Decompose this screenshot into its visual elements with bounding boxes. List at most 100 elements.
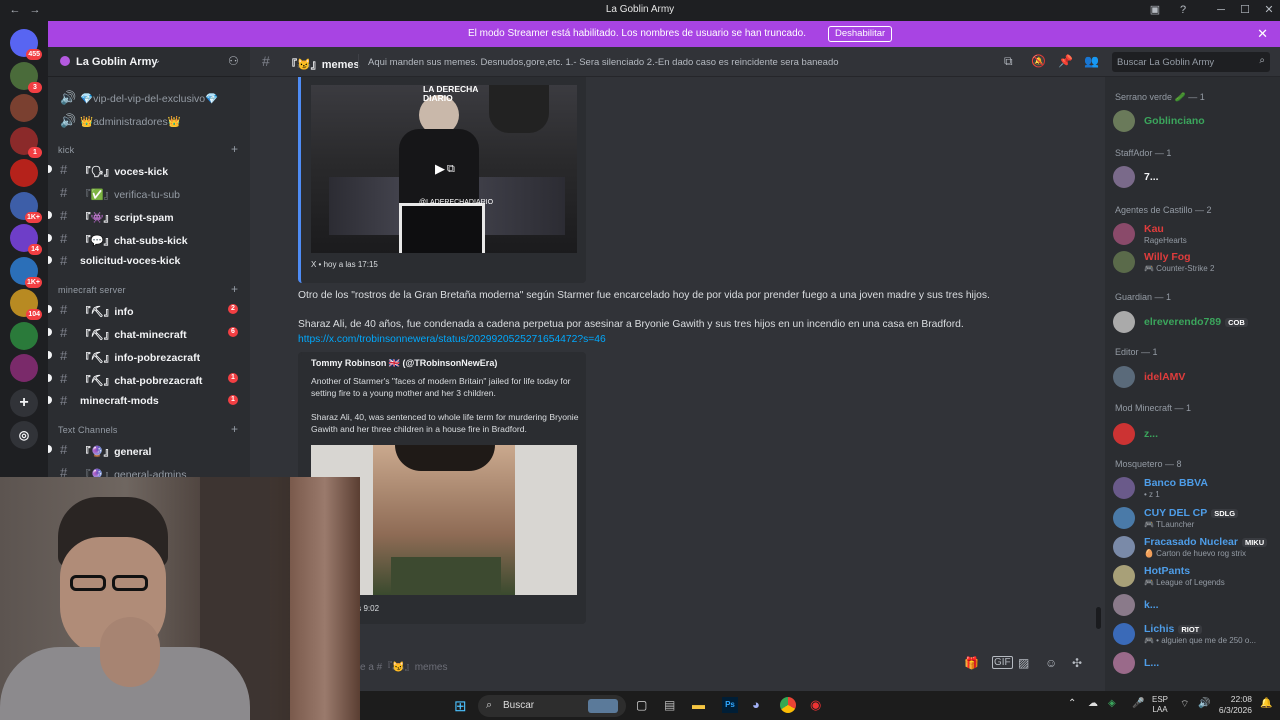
- member-item[interactable]: z...: [1113, 421, 1278, 447]
- apps-icon[interactable]: ✣: [1072, 656, 1082, 670]
- minimize-icon[interactable]: ─: [1214, 3, 1228, 17]
- channel-category[interactable]: minecraft server: [58, 285, 126, 295]
- channel-item[interactable]: 🔊 👑administradores👑: [48, 110, 250, 130]
- sticker-icon[interactable]: ▨: [1018, 656, 1029, 670]
- member-item[interactable]: 7...: [1113, 164, 1278, 190]
- add-member-icon[interactable]: ⚇: [228, 54, 239, 68]
- member-item[interactable]: idelAMV: [1113, 364, 1278, 390]
- task-view-icon[interactable]: ▢: [636, 698, 647, 712]
- inbox-icon[interactable]: ▣: [1148, 3, 1162, 17]
- server-icon[interactable]: [10, 159, 38, 187]
- external-link-icon[interactable]: ⧉: [447, 163, 455, 176]
- language-indicator[interactable]: ESP LAA: [1152, 695, 1168, 715]
- unread-indicator: [48, 445, 52, 453]
- channel-header: # 『😼』memes Aqui manden sus memes. Desnud…: [250, 47, 1280, 77]
- member-item[interactable]: HotPants 🎮 League of Legends: [1113, 563, 1278, 589]
- server-icon[interactable]: 3: [10, 61, 42, 93]
- message-link[interactable]: https://x.com/trobinsonnewera/status/202…: [298, 334, 606, 345]
- create-channel-icon[interactable]: +: [231, 282, 238, 296]
- member-item[interactable]: Lichis RIOT 🎮 • alguien que me de 250 o...: [1113, 621, 1278, 647]
- maximize-icon[interactable]: ☐: [1238, 3, 1252, 17]
- disable-streamer-button[interactable]: Deshabilitar: [828, 26, 893, 42]
- chevron-down-icon: ⌄: [153, 55, 162, 66]
- volume-icon[interactable]: 🔊: [1198, 698, 1210, 709]
- channel-item[interactable]: 🔊 💎vip-del-vip-del-exclusivo💎: [48, 87, 250, 107]
- channel-category[interactable]: kick: [58, 145, 74, 155]
- server-icon[interactable]: [10, 354, 38, 382]
- create-channel-icon[interactable]: +: [231, 422, 238, 436]
- channel-item[interactable]: # 『⛏』chat-minecraft 6: [48, 322, 250, 342]
- member-item[interactable]: k...: [1113, 592, 1278, 618]
- pin-icon[interactable]: 📌: [1058, 54, 1073, 68]
- chat-scrollbar[interactable]: [1096, 607, 1101, 629]
- threads-icon[interactable]: ⧉: [1004, 54, 1013, 69]
- tray-chevron-icon[interactable]: ⌃: [1068, 698, 1076, 709]
- close-banner-icon[interactable]: ✕: [1257, 26, 1268, 42]
- discord-icon[interactable]: ◕: [752, 697, 760, 712]
- channel-item[interactable]: # solicitud-voces-kick: [48, 250, 250, 270]
- app-icon[interactable]: ◉: [810, 697, 821, 713]
- server-icon[interactable]: 14: [10, 224, 42, 255]
- gif-icon[interactable]: GIF: [992, 656, 1013, 669]
- chrome-icon[interactable]: [780, 697, 796, 713]
- channel-item[interactable]: # 『🔮』general: [48, 439, 250, 459]
- server-icon[interactable]: 1: [10, 126, 42, 158]
- member-item[interactable]: Fracasado Nuclear MIKU 🥚 Carton de huevo r…: [1113, 534, 1278, 560]
- member-item[interactable]: Banco BBVA • z 1: [1113, 475, 1278, 501]
- server-icon[interactable]: [10, 94, 38, 122]
- clock[interactable]: 22:08 6/3/2026: [1212, 694, 1252, 716]
- create-channel-icon[interactable]: +: [231, 142, 238, 156]
- explore-icon[interactable]: ◎: [10, 421, 38, 449]
- member-list-icon[interactable]: 👥: [1084, 54, 1099, 68]
- server-icon[interactable]: [10, 321, 38, 350]
- channel-item[interactable]: # 『🗣』voces-kick: [48, 159, 250, 179]
- channel-item[interactable]: # 『✅』verifica-tu-sub: [48, 182, 250, 202]
- role-category: Editor — 1: [1115, 347, 1158, 357]
- member-item[interactable]: elreverendo789 COB: [1113, 309, 1278, 335]
- emoji-icon[interactable]: ☺: [1045, 656, 1057, 670]
- member-item[interactable]: Goblinciano: [1113, 108, 1278, 134]
- guild-header[interactable]: La Goblin Army ⌄ ⚇: [48, 47, 250, 77]
- help-icon[interactable]: ?: [1176, 3, 1190, 17]
- notification-bell-icon[interactable]: 🔔: [1260, 698, 1272, 709]
- network-icon[interactable]: ⌔: [1180, 698, 1189, 711]
- gift-icon[interactable]: 🎁: [964, 656, 979, 670]
- channel-item[interactable]: # 『⛏』chat-pobrezacraft 1: [48, 368, 250, 388]
- embedded-video[interactable]: LA DERECHA DIARIO @LADERECHADIARIO ▶ ⧉: [311, 85, 577, 253]
- os-taskbar: ⊞ ⌕ Buscar ▢ ▤ ▬ Ps ◕ ◉ ⌃ ☁ ◈ 🎤 ESP LAA ⌔…: [360, 691, 1280, 720]
- tray-icon[interactable]: ◈: [1108, 698, 1116, 709]
- app-icon[interactable]: ▤: [664, 698, 675, 712]
- channel-item[interactable]: # minecraft-mods 1: [48, 390, 250, 410]
- photoshop-icon[interactable]: Ps: [722, 697, 738, 713]
- server-icon[interactable]: 1K+: [10, 256, 42, 288]
- mute-bell-icon[interactable]: 🔕: [1031, 54, 1046, 68]
- channel-item[interactable]: # 『⛏』info 2: [48, 299, 250, 319]
- channel-hash-icon: #: [60, 348, 68, 363]
- member-item[interactable]: Willy Fog 🎮 Counter-Strike 2: [1113, 249, 1278, 275]
- curtain: [290, 477, 360, 720]
- member-item[interactable]: L...: [1113, 650, 1278, 676]
- add-server-icon[interactable]: +: [10, 389, 38, 417]
- banner-text: El modo Streamer está habilitado. Los no…: [468, 28, 806, 39]
- channel-category[interactable]: Text Channels: [58, 425, 118, 435]
- server-icon[interactable]: 1K+: [10, 191, 42, 223]
- channel-topic[interactable]: Aqui manden sus memes. Desnudos,gore,etc…: [368, 57, 839, 68]
- taskbar-search[interactable]: ⌕ Buscar: [478, 695, 626, 717]
- message-composer[interactable]: e a #『😼』memes 🎁 GIF ▨ ☺ ✣: [250, 650, 1105, 680]
- channel-item[interactable]: # 『👾』script-spam: [48, 205, 250, 225]
- search-input[interactable]: Buscar La Goblin Army ⌕: [1112, 52, 1270, 72]
- role-category: StaffAdor — 1: [1115, 148, 1172, 158]
- file-explorer-icon[interactable]: ▬: [692, 697, 705, 712]
- member-item[interactable]: CUY DEL CP SDLG 🎮 TLauncher: [1113, 505, 1278, 531]
- member-name-text: k...: [1144, 599, 1159, 611]
- embed-author[interactable]: Tommy Robinson 🇬🇧 (@TRobinsonNewEra): [311, 358, 497, 369]
- server-icon[interactable]: 104: [10, 289, 42, 320]
- channel-item[interactable]: # 『💬』chat-subs-kick: [48, 228, 250, 248]
- tray-icon[interactable]: ☁: [1088, 698, 1098, 709]
- windows-start-icon[interactable]: ⊞: [454, 697, 467, 715]
- server-icon[interactable]: 455: [10, 29, 42, 60]
- close-window-icon[interactable]: ✕: [1262, 3, 1276, 17]
- member-item[interactable]: Kau RageHearts: [1113, 221, 1278, 247]
- channel-item[interactable]: # 『⛏』info-pobrezacraft: [48, 345, 250, 365]
- microphone-icon[interactable]: 🎤: [1132, 698, 1144, 709]
